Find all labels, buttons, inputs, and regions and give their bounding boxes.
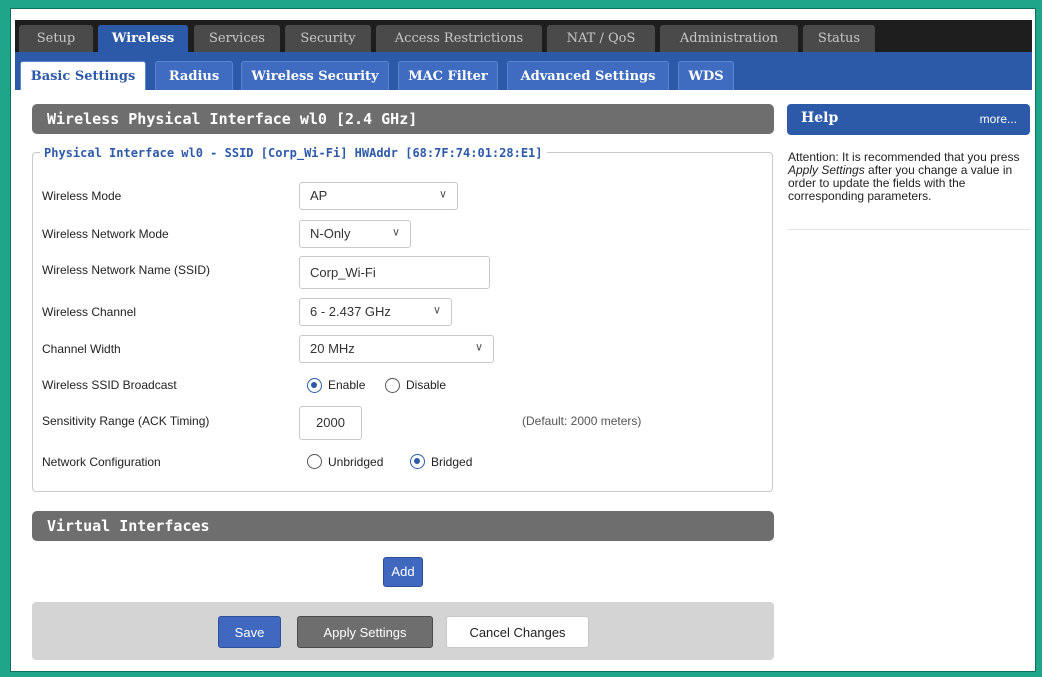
add-button[interactable]: Add	[383, 557, 423, 587]
cancel-changes-button[interactable]: Cancel Changes	[446, 616, 589, 648]
network-config-label: Network Configuration	[42, 455, 161, 469]
network-config-bridged-label: Bridged	[431, 455, 473, 469]
physical-interface-header: Wireless Physical Interface wl0 [2.4 GHz…	[32, 104, 774, 134]
subtab-wireless-security[interactable]: Wireless Security	[241, 61, 389, 90]
wireless-mode-select[interactable]: AP ∨	[299, 182, 458, 210]
wireless-mode-label: Wireless Mode	[42, 189, 122, 203]
subtab-basic-settings[interactable]: Basic Settings	[20, 61, 146, 90]
channel-value: 6 - 2.437 GHz	[310, 304, 391, 319]
wireless-mode-value: AP	[310, 188, 328, 203]
subtab-mac-filter[interactable]: MAC Filter	[398, 61, 498, 90]
channel-select[interactable]: 6 - 2.437 GHz ∨	[299, 298, 452, 326]
chevron-down-icon: ∨	[474, 341, 483, 354]
ssid-broadcast-disable-label: Disable	[406, 378, 447, 392]
help-more-link[interactable]: more...	[980, 112, 1017, 126]
ssid-input[interactable]: Corp_Wi-Fi	[299, 256, 490, 289]
ssid-broadcast-label: Wireless SSID Broadcast	[42, 378, 177, 392]
tab-setup[interactable]: Setup	[19, 25, 93, 52]
tab-services[interactable]: Services	[194, 25, 280, 52]
network-mode-label: Wireless Network Mode	[42, 227, 169, 241]
save-button[interactable]: Save	[218, 616, 281, 648]
ssid-broadcast-enable-radio[interactable]	[307, 378, 322, 393]
help-text-before: Attention: It is recommended that you pr…	[788, 150, 1020, 164]
network-mode-value: N-Only	[310, 226, 351, 241]
subtab-wds[interactable]: WDS	[678, 61, 734, 90]
virtual-interfaces-header: Virtual Interfaces	[32, 511, 774, 541]
top-tab-bar: Setup Wireless Services Security Access …	[15, 20, 1032, 52]
channel-width-select[interactable]: 20 MHz ∨	[299, 335, 494, 363]
sensitivity-label: Sensitivity Range (ACK Timing)	[42, 414, 210, 428]
network-config-bridged-radio[interactable]	[410, 454, 425, 469]
chevron-down-icon: ∨	[438, 188, 447, 201]
channel-width-value: 20 MHz	[310, 341, 355, 356]
network-mode-select[interactable]: N-Only ∨	[299, 220, 411, 248]
tab-security[interactable]: Security	[285, 25, 371, 52]
tab-wireless[interactable]: Wireless	[98, 25, 188, 52]
sensitivity-hint: (Default: 2000 meters)	[522, 414, 642, 428]
tab-access-restrictions[interactable]: Access Restrictions	[376, 25, 542, 52]
channel-width-label: Channel Width	[42, 342, 121, 356]
network-config-unbridged-radio[interactable]	[307, 454, 322, 469]
subtab-radius[interactable]: Radius	[155, 61, 233, 90]
help-divider	[787, 229, 1030, 230]
sensitivity-input[interactable]: 2000	[299, 406, 362, 440]
ssid-broadcast-disable-radio[interactable]	[385, 378, 400, 393]
chevron-down-icon: ∨	[391, 226, 400, 239]
tab-nat-qos[interactable]: NAT / QoS	[547, 25, 655, 52]
help-title: Help	[801, 110, 839, 126]
tab-status[interactable]: Status	[803, 25, 875, 52]
help-text: Attention: It is recommended that you pr…	[788, 151, 1030, 203]
channel-label: Wireless Channel	[42, 305, 137, 319]
sub-tab-bar: Basic Settings Radius Wireless Security …	[15, 52, 1032, 90]
physical-interface-legend: Physical Interface wl0 - SSID [Corp_Wi-F…	[40, 146, 547, 160]
ssid-label: Wireless Network Name (SSID)	[42, 263, 211, 277]
help-text-emphasis: Apply Settings	[788, 163, 865, 177]
tab-administration[interactable]: Administration	[660, 25, 798, 52]
network-config-unbridged-label: Unbridged	[328, 455, 384, 469]
subtab-advanced-settings[interactable]: Advanced Settings	[507, 61, 669, 90]
apply-settings-button[interactable]: Apply Settings	[297, 616, 433, 648]
help-header: Help more...	[787, 104, 1030, 135]
chevron-down-icon: ∨	[432, 304, 441, 317]
ssid-broadcast-enable-label: Enable	[328, 378, 366, 392]
